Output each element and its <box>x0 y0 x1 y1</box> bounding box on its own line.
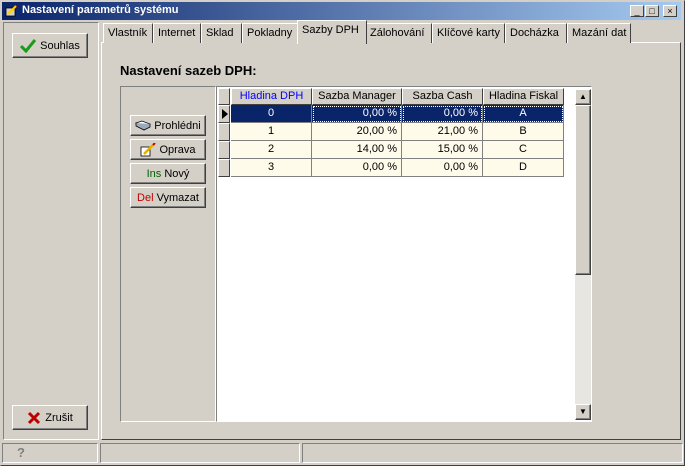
header-corner <box>218 88 230 105</box>
column-header[interactable]: Sazba Cash <box>402 88 483 105</box>
table-cell[interactable]: 0,00 % <box>312 105 402 123</box>
minimize-icon: _ <box>634 6 640 16</box>
tab-internet[interactable]: Internet <box>153 23 201 43</box>
new-button-label: Nový <box>164 167 190 180</box>
status-panel-right <box>302 443 683 463</box>
maximize-icon: □ <box>649 6 655 16</box>
status-panel-help: ? <box>2 443 98 463</box>
title-bar[interactable]: Nastavení parametrů systému _ □ × <box>2 2 681 20</box>
app-icon <box>5 5 18 17</box>
table-cell[interactable]: 14,00 % <box>312 141 402 159</box>
scroll-down-arrow[interactable]: ▼ <box>575 404 591 420</box>
table-cell[interactable]: 0 <box>231 105 312 123</box>
row-indicator-current[interactable] <box>218 105 230 123</box>
table-cell[interactable]: C <box>483 141 564 159</box>
table-cell[interactable]: A <box>483 105 564 123</box>
table-cell[interactable]: 15,00 % <box>402 141 483 159</box>
tab-vlastník[interactable]: Vlastník <box>103 23 153 43</box>
close-button[interactable]: × <box>663 5 677 17</box>
row-indicator[interactable] <box>218 141 230 159</box>
table-cell[interactable]: 20,00 % <box>312 123 402 141</box>
cancel-button-label: Zrušit <box>45 411 73 424</box>
edit-button[interactable]: Oprava <box>130 139 206 160</box>
tab-sklad[interactable]: Sklad <box>201 23 242 43</box>
del-key-label: Del <box>137 191 154 204</box>
maximize-button[interactable]: □ <box>645 5 659 17</box>
vat-rates-grid[interactable]: Hladina DPH Sazba Manager Sazba Cash Hladin… <box>216 86 592 422</box>
command-panel <box>3 22 99 440</box>
minimize-button[interactable]: _ <box>630 5 644 17</box>
tab-docházka[interactable]: Docházka <box>505 23 567 43</box>
ok-button[interactable]: Souhlas <box>12 33 88 58</box>
table-cell[interactable]: 2 <box>231 141 312 159</box>
column-header[interactable]: Hladina DPH <box>231 88 312 105</box>
status-panel-middle <box>100 443 300 463</box>
new-button[interactable]: Ins Nový <box>130 163 206 184</box>
scroll-thumb[interactable] <box>575 105 591 275</box>
ins-key-label: Ins <box>146 167 162 180</box>
column-header[interactable]: Sazba Manager <box>312 88 402 105</box>
scroll-up-arrow[interactable]: ▲ <box>575 89 591 105</box>
action-box: Prohlédni Oprava Ins Nový Del Vymazat <box>120 86 216 422</box>
cancel-button[interactable]: Zrušit <box>12 405 88 430</box>
tab-sazby-dph[interactable]: Sazby DPH <box>297 20 367 44</box>
ok-button-label: Souhlas <box>40 39 80 52</box>
vertical-scrollbar[interactable]: ▲ ▼ <box>575 89 591 420</box>
tab-zálohování[interactable]: Zálohování <box>365 23 432 43</box>
book-icon <box>135 120 152 130</box>
close-icon: × <box>667 6 673 16</box>
row-indicator[interactable] <box>218 159 230 177</box>
table-cell[interactable]: D <box>483 159 564 177</box>
view-button[interactable]: Prohlédni <box>130 115 206 136</box>
cross-icon <box>28 411 41 424</box>
checkmark-icon <box>20 38 37 53</box>
tab-pokladny[interactable]: Pokladny <box>242 23 299 43</box>
table-cell[interactable]: 0,00 % <box>402 159 483 177</box>
delete-button[interactable]: Del Vymazat <box>130 187 206 208</box>
table-cell[interactable]: 1 <box>231 123 312 141</box>
table-cell[interactable]: 0,00 % <box>402 105 483 123</box>
tab-klíčové-karty[interactable]: Klíčové karty <box>432 23 505 43</box>
delete-button-label: Vymazat <box>156 191 199 204</box>
status-bar: ? <box>2 443 683 463</box>
table-cell[interactable]: B <box>483 123 564 141</box>
edit-button-label: Oprava <box>159 143 196 156</box>
row-indicator[interactable] <box>218 123 230 141</box>
table-cell[interactable]: 0,00 % <box>312 159 402 177</box>
table-cell[interactable]: 21,00 % <box>402 123 483 141</box>
window-title: Nastavení parametrů systému <box>22 4 179 16</box>
current-row-arrow-icon <box>222 109 228 119</box>
page-heading: Nastavení sazeb DPH: <box>120 63 257 78</box>
pencil-icon <box>141 142 157 156</box>
table-cell[interactable]: 3 <box>231 159 312 177</box>
column-header[interactable]: Hladina Fiskal <box>483 88 564 105</box>
tab-mazání-dat[interactable]: Mazání dat <box>567 23 631 43</box>
view-button-label: Prohlédni <box>154 119 201 132</box>
help-icon[interactable]: ? <box>17 445 25 460</box>
